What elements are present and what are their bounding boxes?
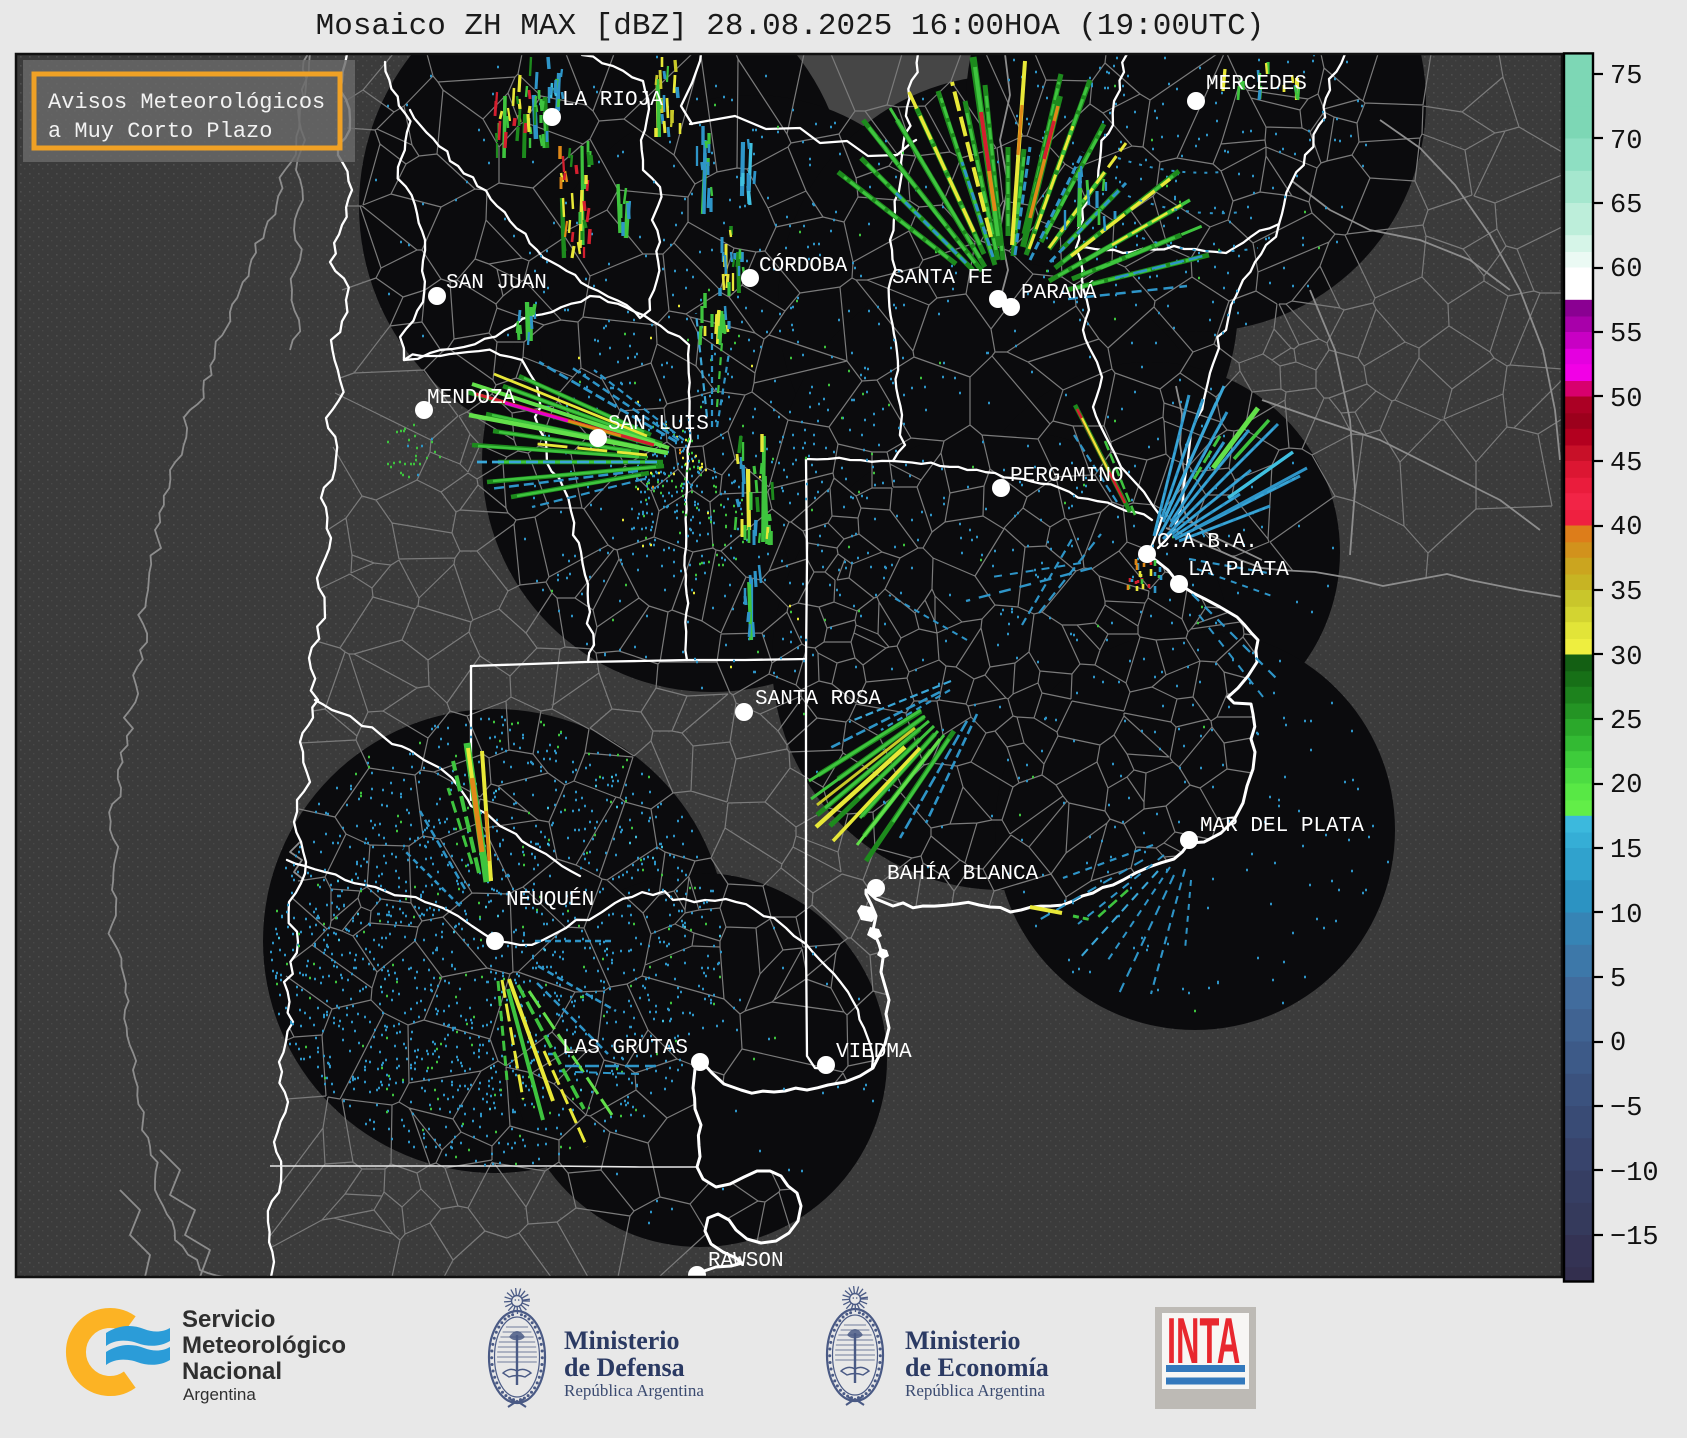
- svg-text:Avisos Meteorológicos: Avisos Meteorológicos: [48, 90, 325, 115]
- svg-text:MERCEDES: MERCEDES: [1206, 73, 1307, 96]
- svg-text:PERGAMINO: PERGAMINO: [1010, 465, 1123, 488]
- svg-text:25: 25: [1610, 707, 1642, 737]
- svg-text:60: 60: [1610, 255, 1642, 285]
- svg-text:CÓRDOBA: CÓRDOBA: [759, 254, 848, 278]
- svg-text:BAHÍA BLANCA: BAHÍA BLANCA: [887, 862, 1039, 886]
- svg-text:−15: −15: [1610, 1223, 1659, 1253]
- svg-text:PARANÁ: PARANÁ: [1021, 281, 1097, 305]
- svg-text:RAWSON: RAWSON: [708, 1250, 784, 1273]
- svg-text:35: 35: [1610, 578, 1642, 608]
- svg-text:40: 40: [1610, 513, 1642, 543]
- svg-text:10: 10: [1610, 901, 1642, 931]
- svg-text:−10: −10: [1610, 1159, 1659, 1189]
- svg-text:55: 55: [1610, 320, 1642, 350]
- svg-text:30: 30: [1610, 643, 1642, 673]
- svg-text:50: 50: [1610, 385, 1642, 415]
- svg-text:70: 70: [1610, 127, 1642, 157]
- svg-text:5: 5: [1610, 965, 1626, 995]
- svg-text:SAN LUIS: SAN LUIS: [608, 413, 709, 436]
- svg-text:SAN JUAN: SAN JUAN: [446, 272, 547, 295]
- svg-text:SANTA ROSA: SANTA ROSA: [755, 688, 881, 711]
- svg-text:LAS GRUTAS: LAS GRUTAS: [562, 1037, 688, 1060]
- svg-text:C.A.B.A.: C.A.B.A.: [1157, 531, 1258, 554]
- svg-text:VIEDMA: VIEDMA: [836, 1041, 912, 1064]
- svg-text:SANTA FE: SANTA FE: [892, 267, 993, 290]
- svg-text:NEUQUÉN: NEUQUÉN: [506, 888, 594, 912]
- svg-text:MAR DEL PLATA: MAR DEL PLATA: [1200, 815, 1364, 838]
- svg-text:LA RIOJA: LA RIOJA: [562, 89, 663, 112]
- svg-text:−5: −5: [1610, 1094, 1642, 1124]
- svg-text:0: 0: [1610, 1029, 1626, 1059]
- svg-text:20: 20: [1610, 771, 1642, 801]
- svg-text:45: 45: [1610, 449, 1642, 479]
- svg-text:MENDOZA: MENDOZA: [427, 387, 516, 410]
- svg-text:65: 65: [1610, 191, 1642, 221]
- svg-text:15: 15: [1610, 836, 1642, 866]
- svg-text:a Muy Corto Plazo: a Muy Corto Plazo: [48, 119, 272, 144]
- svg-text:LA PLATA: LA PLATA: [1188, 559, 1289, 582]
- svg-text:75: 75: [1610, 62, 1642, 92]
